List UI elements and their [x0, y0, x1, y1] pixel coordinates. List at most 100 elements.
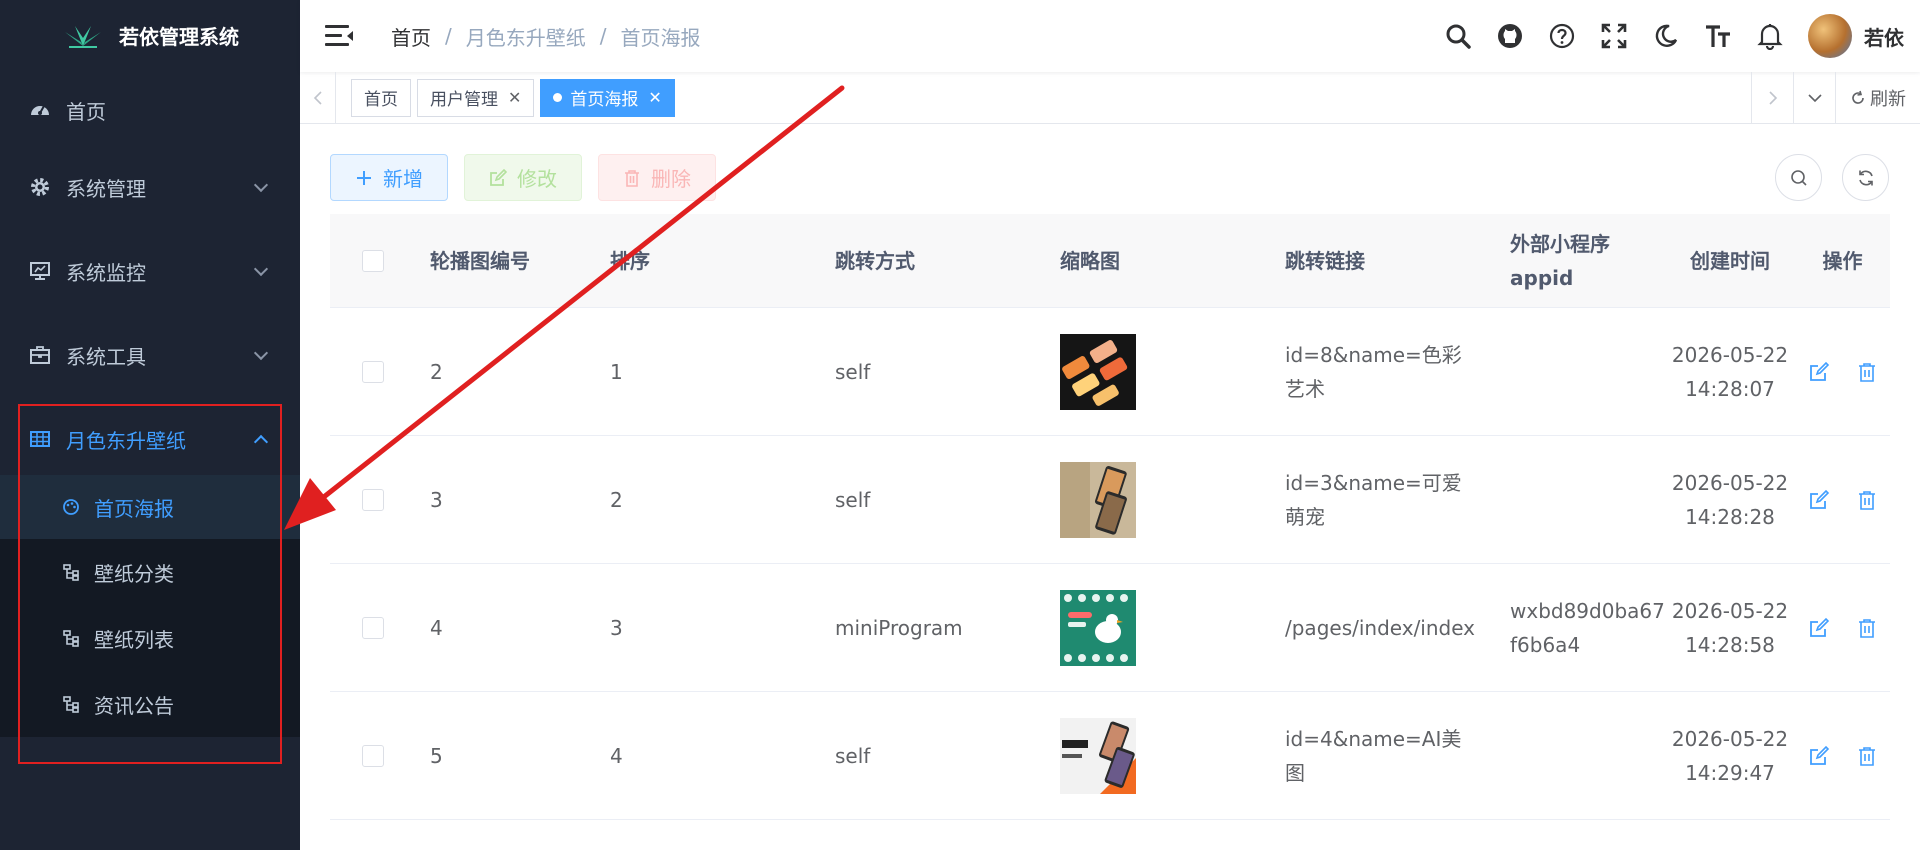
refresh-icon — [1858, 170, 1873, 185]
sidebar-item-label: 系统监控 — [66, 260, 146, 285]
tag-home-poster[interactable]: 首页海报 ✕ — [540, 78, 675, 117]
app-title: 若依管理系统 — [119, 24, 239, 49]
refresh-table-button[interactable] — [1842, 154, 1889, 201]
submenu-wallpaper: 首页海报 壁纸分类 壁纸列表 资讯公告 — [0, 475, 300, 737]
row-checkbox[interactable] — [362, 744, 384, 767]
column-header: 轮播图编号 — [430, 248, 530, 273]
cell-id: 5 — [430, 743, 443, 768]
moon-icon[interactable] — [1652, 22, 1680, 50]
chevron-down-icon — [253, 345, 269, 361]
sidebar-item-home[interactable]: 首页 — [0, 75, 300, 145]
sidebar-item-label: 月色东升壁纸 — [66, 428, 186, 453]
trash-icon[interactable] — [1856, 361, 1878, 383]
font-size-icon[interactable] — [1704, 22, 1732, 50]
row-checkbox[interactable] — [362, 616, 384, 639]
sidebar-item-label: 首页 — [66, 99, 106, 124]
tree-icon — [62, 629, 80, 647]
user-name[interactable]: 若依 — [1864, 22, 1904, 51]
add-button-label: 新增 — [383, 167, 423, 191]
sidebar-subitem-list[interactable]: 壁纸列表 — [0, 605, 300, 671]
cell-created: 2026-05-22 14:28:58 — [1671, 598, 1789, 657]
breadcrumb-home[interactable]: 首页 — [391, 22, 431, 51]
sidebar-subitem-label: 壁纸列表 — [94, 627, 174, 652]
cell-created: 2026-05-22 14:28:28 — [1671, 470, 1789, 529]
table-row[interactable]: 4 3 miniProgram /pages/index/index wxbd8… — [330, 564, 1890, 692]
cell-id: 4 — [430, 615, 443, 640]
edit-icon[interactable] — [1808, 617, 1830, 639]
delete-button[interactable]: 删除 — [598, 154, 716, 201]
palette-icon — [62, 498, 80, 516]
thumbnail-image[interactable] — [1060, 717, 1136, 794]
tags-controls: 刷新 — [1751, 72, 1920, 124]
navbar: 首页 / 月色东升壁纸 / 首页海报 若依 — [300, 0, 1920, 72]
tags-view: 首页 用户管理 ✕ 首页海报 ✕ 刷新 — [300, 71, 1920, 124]
sidebar: 若依管理系统 首页 系统管理 系统监控 系统工具 月色东升壁纸 首页海报 壁纸分… — [0, 0, 300, 850]
cell-jump-type: self — [835, 743, 871, 768]
refresh-label: 刷新 — [1870, 89, 1906, 110]
hamburger-icon[interactable] — [325, 25, 353, 47]
table-row[interactable]: 5 4 self id=4&name=AI美图 2026-05-22 14:29… — [330, 692, 1890, 820]
tag-home[interactable]: 首页 — [351, 78, 411, 117]
tree-icon — [62, 563, 80, 581]
gear-icon — [28, 175, 52, 199]
chevron-down-icon — [253, 177, 269, 193]
logo[interactable]: 若依管理系统 — [0, 0, 300, 70]
cell-link: id=8&name=色彩艺术 — [1285, 342, 1462, 401]
edit-icon[interactable] — [1808, 489, 1830, 511]
logo-icon — [65, 26, 101, 48]
column-header: 缩略图 — [1060, 248, 1120, 273]
bell-icon[interactable] — [1756, 22, 1784, 50]
column-header: 跳转方式 — [835, 248, 915, 273]
column-header: 操作 — [1822, 248, 1863, 273]
cell-jump-type: self — [835, 487, 871, 512]
sidebar-item-tools[interactable]: 系统工具 — [0, 313, 300, 397]
avatar[interactable] — [1808, 14, 1852, 58]
trash-icon — [625, 169, 639, 187]
cell-link: id=4&name=AI美图 — [1285, 726, 1462, 785]
sidebar-item-system[interactable]: 系统管理 — [0, 145, 300, 229]
cell-sort: 2 — [610, 487, 623, 512]
chevron-down-icon[interactable] — [1793, 72, 1835, 124]
refresh-button[interactable]: 刷新 — [1835, 72, 1920, 124]
column-header: 排序 — [610, 248, 650, 273]
cell-id: 3 — [430, 487, 443, 512]
trash-icon[interactable] — [1856, 489, 1878, 511]
close-icon[interactable]: ✕ — [508, 88, 521, 107]
select-all-checkbox[interactable] — [362, 249, 384, 272]
sidebar-item-monitor[interactable]: 系统监控 — [0, 229, 300, 313]
trash-icon[interactable] — [1856, 745, 1878, 767]
cell-link: /pages/index/index — [1285, 615, 1476, 640]
table-row[interactable]: 2 1 self id=8&name=色彩艺术 2026-05-22 14:28… — [330, 308, 1890, 436]
row-checkbox[interactable] — [362, 488, 384, 511]
chevron-left-icon[interactable] — [300, 71, 336, 124]
cell-appid: wxbd89d0ba67f6b6a4 — [1510, 598, 1665, 657]
fullscreen-icon[interactable] — [1600, 22, 1628, 50]
row-checkbox[interactable] — [362, 360, 384, 383]
sidebar-subitem-home-poster[interactable]: 首页海报 — [0, 475, 300, 539]
toolbox-icon — [28, 343, 52, 367]
close-icon[interactable]: ✕ — [648, 88, 661, 107]
sidebar-item-wallpaper[interactable]: 月色东升壁纸 — [0, 403, 300, 475]
toggle-search-button[interactable] — [1775, 154, 1822, 201]
chevron-right-icon[interactable] — [1751, 72, 1793, 124]
toolbar: 新增 修改 删除 — [330, 154, 716, 201]
thumbnail-image[interactable] — [1060, 589, 1136, 666]
breadcrumb-parent: 月色东升壁纸 — [465, 25, 586, 50]
sidebar-subitem-category[interactable]: 壁纸分类 — [0, 539, 300, 605]
tag-label: 用户管理 — [430, 90, 498, 110]
table-row[interactable]: 3 2 self id=3&name=可爱萌宠 2026-05-22 14:28… — [330, 436, 1890, 564]
edit-icon[interactable] — [1808, 745, 1830, 767]
trash-icon[interactable] — [1856, 617, 1878, 639]
help-icon[interactable] — [1548, 22, 1576, 50]
add-button[interactable]: 新增 — [330, 154, 448, 201]
table-header: 轮播图编号 排序 跳转方式 缩略图 跳转链接 外部小程序appid 创建时间 操… — [330, 214, 1890, 308]
edit-button[interactable]: 修改 — [464, 154, 582, 201]
github-icon[interactable] — [1496, 22, 1524, 50]
thumbnail-image[interactable] — [1060, 461, 1136, 538]
tag-user-management[interactable]: 用户管理 ✕ — [417, 78, 535, 117]
thumbnail-image[interactable] — [1060, 333, 1136, 410]
edit-icon[interactable] — [1808, 361, 1830, 383]
data-table: 轮播图编号 排序 跳转方式 缩略图 跳转链接 外部小程序appid 创建时间 操… — [330, 214, 1890, 820]
sidebar-subitem-news[interactable]: 资讯公告 — [0, 671, 300, 737]
search-icon[interactable] — [1444, 22, 1472, 50]
